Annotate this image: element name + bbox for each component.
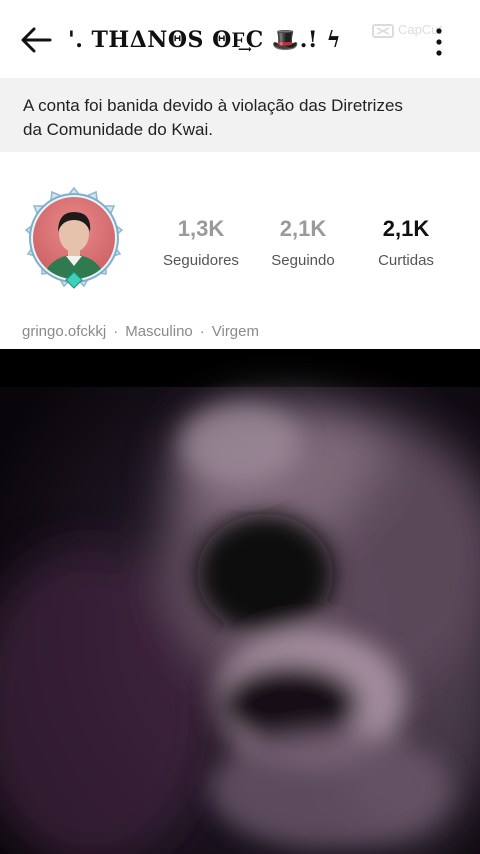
likes-stat: 2,1K Curtidas — [351, 214, 461, 269]
profile-title: '. THΔNΘS ΘF͢C 🎩.! ϟ — [68, 27, 342, 53]
likes-label: Curtidas — [378, 252, 434, 269]
blurry-dog-video-frame — [0, 349, 480, 854]
arrow-left-icon — [21, 27, 52, 53]
followers-label: Seguidores — [163, 252, 239, 269]
following-stat[interactable]: 2,1K Seguindo — [248, 214, 358, 269]
username: gringo.ofckkj — [22, 323, 107, 340]
capcut-logo-icon — [372, 23, 394, 38]
more-vertical-icon — [436, 28, 442, 56]
profile-meta: gringo.ofckkj · Masculino · Virgem — [22, 323, 259, 340]
ban-notice-text: A conta foi banida devido à violação das… — [23, 96, 403, 139]
back-button[interactable] — [18, 22, 58, 58]
meta-separator: · — [113, 323, 119, 340]
gender: Masculino — [125, 323, 193, 340]
following-label: Seguindo — [271, 252, 335, 269]
meta-separator: · — [199, 323, 205, 340]
likes-count: 2,1K — [382, 216, 430, 241]
followers-count: 1,3K — [177, 216, 225, 241]
avatar-frame — [24, 186, 124, 289]
followers-stat[interactable]: 1,3K Seguidores — [146, 214, 256, 269]
top-bar: '. THΔNΘS ΘF͢C 🎩.! ϟ CapCut — [0, 0, 480, 78]
zodiac-sign: Virgem — [211, 323, 259, 340]
video-overlay[interactable] — [0, 349, 480, 854]
following-count: 2,1K — [279, 216, 327, 241]
more-options-button[interactable] — [424, 26, 454, 58]
avatar[interactable] — [22, 186, 126, 290]
